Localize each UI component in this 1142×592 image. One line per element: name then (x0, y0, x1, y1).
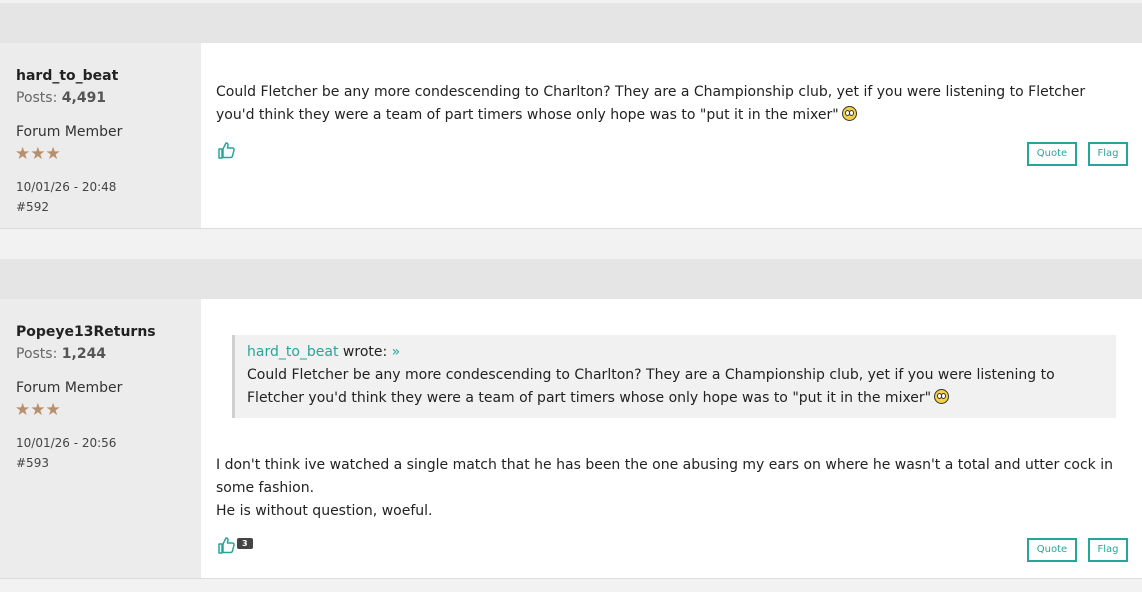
quote-button[interactable]: Quote (1027, 142, 1077, 166)
post-date: 10/01/26 - 20:48 (16, 180, 117, 194)
post-header-bar (0, 3, 1142, 43)
author-post-count: Posts: 4,491 (16, 90, 106, 106)
quoted-body: Could Fletcher be any more condescending… (247, 364, 1104, 410)
post-body-line: He is without question, woeful. (216, 503, 433, 519)
post-body-text: Could Fletcher be any more condescending… (216, 84, 1086, 123)
author-post-count: Posts: 1,244 (16, 346, 106, 362)
rolling-eyes-emoji-icon (934, 389, 950, 404)
quoted-author-link[interactable]: hard_to_beat (247, 344, 338, 360)
post-number[interactable]: #592 (16, 200, 49, 214)
post-592: hard_to_beat Posts: 4,491 Forum Member ★… (0, 43, 1142, 229)
thread-page: hard_to_beat Posts: 4,491 Forum Member ★… (0, 0, 1142, 592)
post-593: Popeye13Returns Posts: 1,244 Forum Membe… (0, 299, 1142, 579)
posts-label: Posts: (16, 346, 58, 362)
post-number[interactable]: #593 (16, 456, 49, 470)
post-content: Could Fletcher be any more condescending… (201, 43, 1142, 228)
quote-button[interactable]: Quote (1027, 538, 1077, 562)
quoted-body-text: Could Fletcher be any more condescending… (247, 367, 1055, 406)
post-header-bar (0, 259, 1142, 299)
quote-wrote-label: wrote: (338, 344, 392, 360)
author-username[interactable]: hard_to_beat (16, 68, 118, 84)
flag-button[interactable]: Flag (1088, 538, 1128, 562)
author-rank: Forum Member (16, 380, 123, 396)
author-username[interactable]: Popeye13Returns (16, 324, 156, 340)
rolling-eyes-emoji-icon (841, 106, 857, 121)
author-panel: hard_to_beat Posts: 4,491 Forum Member ★… (0, 43, 201, 228)
thumbs-up-icon[interactable] (217, 140, 237, 160)
post-body-line: I don't think ive watched a single match… (216, 457, 1113, 496)
quote-header: hard_to_beat wrote: » (247, 341, 1104, 364)
flag-button[interactable]: Flag (1088, 142, 1128, 166)
thumbs-up-icon[interactable] (217, 535, 237, 555)
post-content: hard_to_beat wrote: » Could Fletcher be … (201, 299, 1142, 578)
posts-count: 1,244 (61, 346, 107, 362)
author-rank: Forum Member (16, 124, 123, 140)
author-panel: Popeye13Returns Posts: 1,244 Forum Membe… (0, 299, 201, 578)
like-count-badge: 3 (237, 538, 253, 549)
posts-count: 4,491 (61, 90, 107, 106)
quoted-post: hard_to_beat wrote: » Could Fletcher be … (232, 335, 1116, 418)
post-body: I don't think ive watched a single match… (216, 454, 1126, 523)
post-body: Could Fletcher be any more condescending… (216, 81, 1126, 127)
rank-stars-icon: ★★★ (15, 144, 61, 164)
posts-label: Posts: (16, 90, 58, 106)
rank-stars-icon: ★★★ (15, 400, 61, 420)
quote-jump-link[interactable]: » (392, 344, 401, 360)
post-date: 10/01/26 - 20:56 (16, 436, 117, 450)
